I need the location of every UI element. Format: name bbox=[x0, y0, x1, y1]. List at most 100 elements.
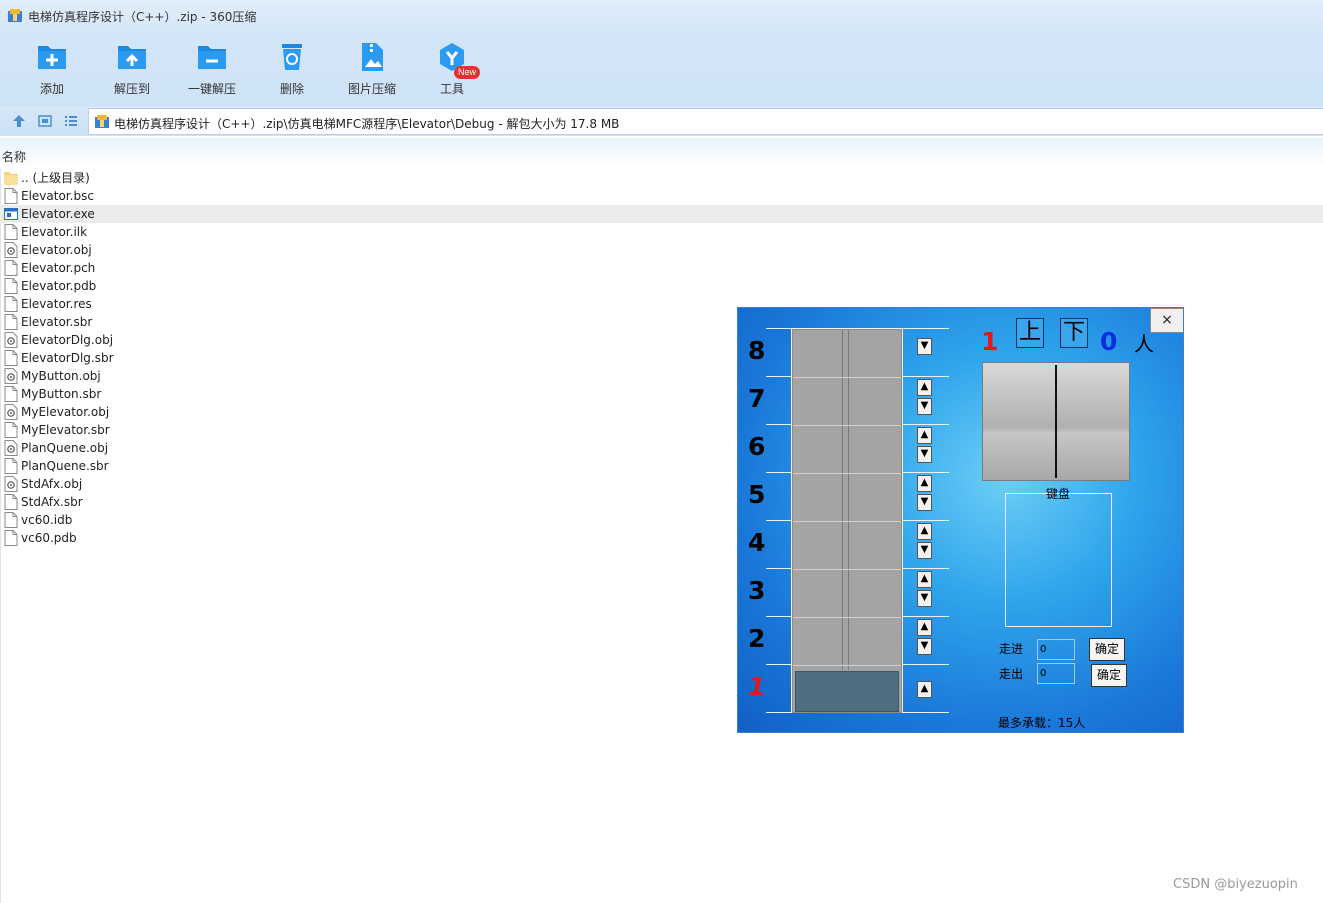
shaft-floor-divider bbox=[793, 569, 901, 570]
file-name: MyButton.sbr bbox=[21, 387, 102, 401]
one-click-extract-icon bbox=[198, 46, 226, 69]
list-view-icon[interactable] bbox=[64, 114, 78, 128]
folder-icon bbox=[4, 170, 18, 186]
file-icon bbox=[4, 314, 18, 330]
file-name: StdAfx.obj bbox=[21, 477, 83, 491]
call-up-button[interactable]: ▲ bbox=[917, 475, 932, 492]
extract-to-icon bbox=[118, 46, 146, 69]
call-down-button[interactable]: ▼ bbox=[917, 338, 932, 355]
enter-count-input[interactable]: 0 bbox=[1037, 639, 1075, 660]
elevator-app-window: × 8 7 6 5 4 3 2 1 ▼ ▲ ▼ ▲ ▼ ▲ ▼ ▲ ▼ ▲ ▼ ▲ ▼ ▲ 1 上 下 0 人 键盘 走… bbox=[737, 307, 1184, 733]
file-name: PlanQuene.sbr bbox=[21, 459, 109, 473]
file-row[interactable]: .. (上级目录) bbox=[0, 169, 1323, 187]
call-down-button[interactable]: ▼ bbox=[917, 446, 932, 463]
image-compress-icon bbox=[362, 43, 383, 71]
call-down-button[interactable]: ▼ bbox=[917, 542, 932, 559]
shaft-rail-left bbox=[842, 330, 843, 670]
one-click-extract-button[interactable]: 一键解压 bbox=[172, 40, 252, 100]
max-load-label: 最多承载：15人 bbox=[998, 716, 1086, 730]
archive-file-icon bbox=[95, 115, 109, 128]
file-row[interactable]: Elevator.exe bbox=[0, 205, 1323, 223]
tools-button[interactable]: 工具 bbox=[412, 40, 492, 100]
path-text: 电梯仿真程序设计（C++）.zip\仿真电梯MFC源程序\Elevator\De… bbox=[114, 117, 620, 131]
delete-label: 删除 bbox=[279, 82, 304, 96]
call-up-button[interactable]: ▲ bbox=[917, 379, 932, 396]
gear-file-icon bbox=[4, 440, 18, 456]
new-badge: New bbox=[454, 66, 480, 79]
delete-button[interactable]: 删除 bbox=[252, 40, 332, 100]
file-row[interactable]: Elevator.obj bbox=[0, 241, 1323, 259]
file-name: MyElevator.sbr bbox=[21, 423, 110, 437]
gear-file-icon bbox=[4, 476, 18, 492]
file-icon bbox=[4, 512, 18, 528]
file-row[interactable]: Elevator.bsc bbox=[0, 187, 1323, 205]
call-down-button[interactable]: ▼ bbox=[917, 638, 932, 655]
image-compress-label: 图片压缩 bbox=[347, 82, 396, 96]
add-folder-icon bbox=[38, 46, 66, 69]
trash-icon bbox=[282, 44, 302, 70]
call-up-button[interactable]: ▲ bbox=[917, 619, 932, 636]
title-bar: 电梯仿真程序设计（C++）.zip - 360压缩 bbox=[0, 0, 1323, 34]
file-name: Elevator.bsc bbox=[21, 189, 94, 203]
path-field[interactable]: 电梯仿真程序设计（C++）.zip\仿真电梯MFC源程序\Elevator\De… bbox=[88, 108, 1323, 135]
shaft-floor-divider bbox=[793, 521, 901, 522]
file-name: MyElevator.obj bbox=[21, 405, 110, 419]
watermark: CSDN @biyezuopin bbox=[1173, 877, 1298, 892]
elevator-cabin bbox=[795, 671, 899, 712]
file-name: ElevatorDlg.obj bbox=[21, 333, 114, 347]
call-up-button[interactable]: ▲ bbox=[917, 681, 932, 698]
file-icon bbox=[4, 224, 18, 240]
up-arrow-icon[interactable] bbox=[12, 114, 26, 128]
floor-number-label: 5 bbox=[748, 480, 766, 509]
shaft-floor-divider bbox=[793, 665, 901, 666]
exit-confirm-button[interactable]: 确定 bbox=[1091, 664, 1127, 687]
file-row[interactable]: Elevator.pch bbox=[0, 259, 1323, 277]
file-icon bbox=[4, 278, 18, 294]
file-icon bbox=[4, 458, 18, 474]
one-click-extract-label: 一键解压 bbox=[187, 82, 236, 96]
call-up-button[interactable]: ▲ bbox=[917, 571, 932, 588]
file-name: StdAfx.sbr bbox=[21, 495, 83, 509]
floor-number-label: 8 bbox=[748, 336, 766, 365]
extract-to-button[interactable]: 解压到 bbox=[92, 40, 172, 100]
call-down-button[interactable]: ▼ bbox=[917, 494, 932, 511]
thumbnail-view-icon[interactable] bbox=[38, 114, 52, 128]
call-down-button[interactable]: ▼ bbox=[917, 398, 932, 415]
file-icon bbox=[4, 422, 18, 438]
call-down-button[interactable]: ▼ bbox=[917, 590, 932, 607]
file-name: .. (上级目录) bbox=[21, 171, 90, 185]
file-name: MyButton.obj bbox=[21, 369, 101, 383]
gear-file-icon bbox=[4, 368, 18, 384]
floor-number-label: 3 bbox=[748, 576, 766, 605]
file-name: Elevator.res bbox=[21, 297, 92, 311]
file-name: vc60.idb bbox=[21, 513, 73, 527]
toolbar: 添加 解压到 一键解压 删除 图片压缩 工具 New bbox=[0, 34, 1323, 106]
door-gap bbox=[1055, 365, 1057, 478]
address-bar: 电梯仿真程序设计（C++）.zip\仿真电梯MFC源程序\Elevator\De… bbox=[0, 106, 1323, 136]
list-header: 名称 bbox=[0, 138, 1323, 168]
file-icon bbox=[4, 350, 18, 366]
file-icon bbox=[4, 386, 18, 402]
file-name: Elevator.ilk bbox=[21, 225, 88, 239]
direction-down-indicator: 下 bbox=[1060, 318, 1088, 348]
file-icon bbox=[4, 494, 18, 510]
elevator-shaft bbox=[792, 329, 902, 713]
shaft-floor-divider bbox=[793, 425, 901, 426]
exe-file-icon bbox=[4, 206, 18, 222]
close-button[interactable]: × bbox=[1150, 308, 1183, 333]
exit-count-input[interactable]: 0 bbox=[1037, 663, 1075, 684]
enter-confirm-button[interactable]: 确定 bbox=[1089, 638, 1125, 661]
file-name: Elevator.pch bbox=[21, 261, 96, 275]
file-row[interactable]: Elevator.pdb bbox=[0, 277, 1323, 295]
column-name-header[interactable]: 名称 bbox=[2, 148, 26, 165]
file-row[interactable]: Elevator.ilk bbox=[0, 223, 1323, 241]
add-button[interactable]: 添加 bbox=[12, 40, 92, 100]
exit-label: 走出 bbox=[999, 667, 1024, 681]
call-up-button[interactable]: ▲ bbox=[917, 523, 932, 540]
gear-file-icon bbox=[4, 404, 18, 420]
tools-label: 工具 bbox=[439, 82, 464, 96]
image-compress-button[interactable]: 图片压缩 bbox=[332, 40, 412, 100]
floor-number-label: 2 bbox=[748, 624, 766, 653]
call-up-button[interactable]: ▲ bbox=[917, 427, 932, 444]
file-icon bbox=[4, 188, 18, 204]
